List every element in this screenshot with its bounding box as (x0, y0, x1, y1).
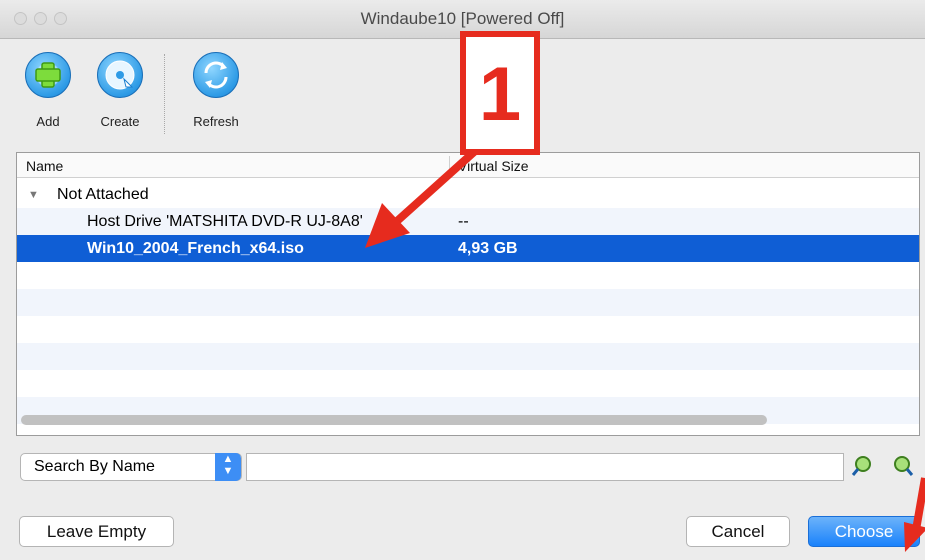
annotation-step-number: 1 (478, 52, 522, 137)
annotation-step-box: 1 (460, 31, 540, 155)
